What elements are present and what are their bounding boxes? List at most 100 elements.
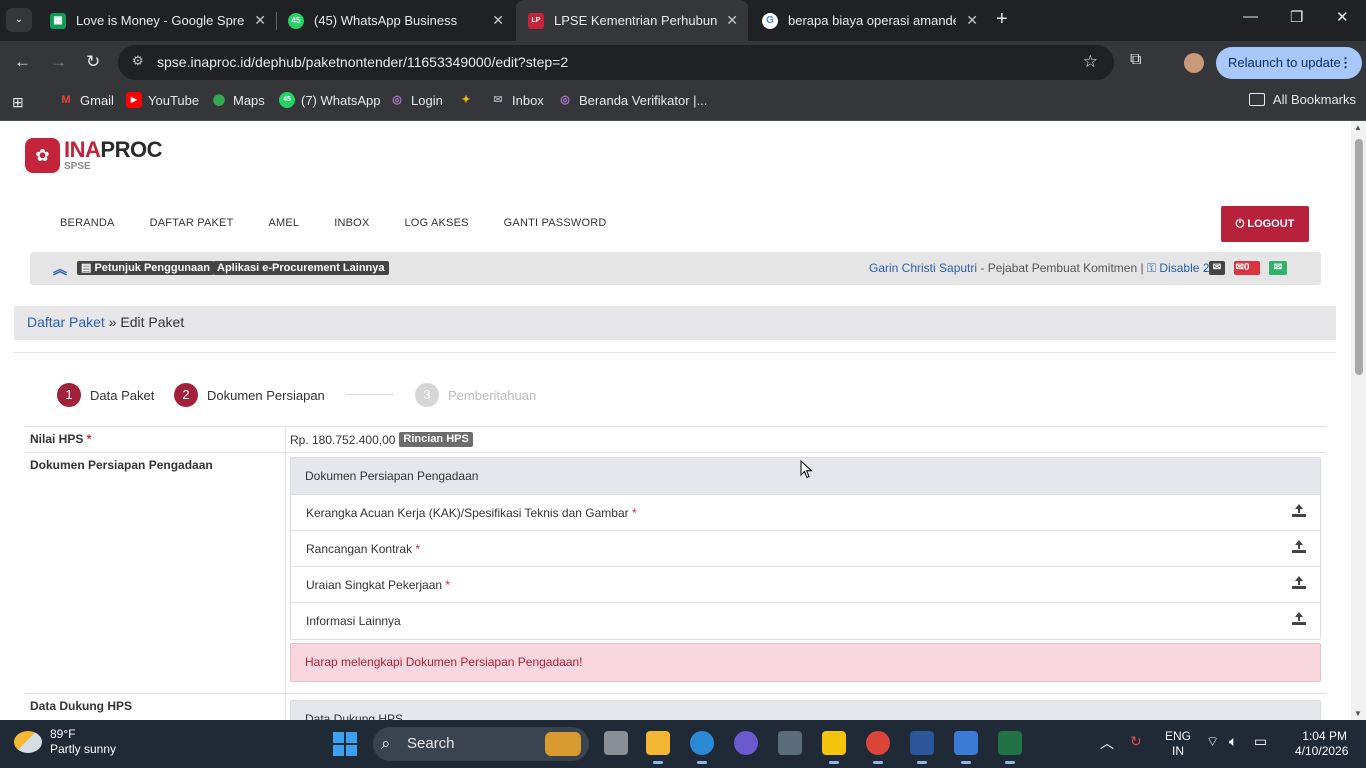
nav-log-akses[interactable]: LOG AKSES (404, 217, 468, 229)
tab-whatsapp[interactable]: 45 (45) WhatsApp Business ✕ (276, 0, 514, 41)
breadcrumb: Daftar Paket » Edit Paket (14, 306, 1336, 340)
upload-icon[interactable] (1292, 504, 1306, 518)
upload-icon[interactable] (1292, 540, 1306, 554)
back-icon[interactable]: ← (14, 52, 31, 72)
nav-daftar-paket[interactable]: DAFTAR PAKET (150, 217, 234, 229)
reload-icon[interactable]: ↻ (86, 52, 100, 72)
bookmark-gmail[interactable]: M Gmail (58, 92, 114, 108)
url-text[interactable]: spse.inaproc.id/dephub/paketnontender/11… (157, 54, 568, 70)
new-tab-icon[interactable]: + (996, 8, 1008, 31)
close-tab-icon[interactable]: ✕ (492, 12, 504, 29)
petunjuk-penggunaan-button[interactable]: ▤ Petunjuk Penggunaan (77, 261, 214, 275)
extensions-icon[interactable]: ⧉ (1130, 51, 1141, 69)
close-tab-icon[interactable]: ✕ (726, 12, 738, 29)
mouse-cursor-icon (800, 460, 813, 479)
nav-inbox[interactable]: INBOX (334, 217, 369, 229)
bookmark-login[interactable]: ◎ Login (389, 92, 443, 108)
row-nilai-hps: Nilai HPS * Rp. 180.752.400,00 Rincian H… (25, 427, 1326, 453)
scroll-down-icon[interactable]: ▼ (1354, 709, 1362, 718)
nav-beranda[interactable]: BERANDA (60, 217, 115, 229)
folder-icon (1248, 93, 1265, 106)
youtube-icon: ▶ (126, 92, 142, 108)
taskbar-search[interactable]: ⌕ Search (373, 727, 589, 761)
forward-icon[interactable]: → (50, 52, 67, 72)
camera-icon[interactable] (778, 731, 802, 755)
logout-button[interactable]: ⏻ LOGOUT (1221, 206, 1309, 242)
language-indicator[interactable]: ENG IN (1165, 729, 1191, 759)
edge-icon[interactable] (690, 731, 714, 764)
site-info-icon[interactable]: ⚙ (132, 53, 144, 69)
open-mail-icon[interactable]: ✉ (1269, 261, 1287, 275)
scrollbar-thumb[interactable] (1355, 139, 1363, 375)
speaker-icon[interactable]: 🔈︎ (1229, 733, 1237, 750)
data-dukung-card-title: Data Dukung HPS (291, 701, 1320, 720)
bookmark-photos[interactable]: ✦ (458, 92, 480, 108)
user-name-link[interactable]: Garin Christi Saputri (869, 261, 977, 275)
user-info: Garin Christi Saputri - Pejabat Pembuat … (869, 261, 1225, 275)
excel-icon[interactable] (998, 731, 1022, 764)
step-pemberitahuan[interactable]: 3 Pemberitahuan (415, 383, 536, 407)
inaproc-logo[interactable]: ✿ INAPROC SPSE (25, 138, 162, 173)
apps-grid-icon[interactable]: ⊞ (12, 94, 24, 111)
power-icon: ⏻ (1235, 218, 1248, 230)
bookmark-youtube[interactable]: ▶ YouTube (126, 92, 199, 108)
all-bookmarks[interactable]: All Bookmarks (1248, 92, 1356, 107)
sticky-notes-icon[interactable] (822, 731, 846, 764)
bookmark-whatsapp[interactable]: 45 (7) WhatsApp (279, 92, 380, 108)
doc-row-informasi-lainnya: Informasi Lainnya (291, 603, 1320, 639)
nav-amel[interactable]: AMEL (268, 217, 299, 229)
page-scrollbar[interactable]: ▲ ▼ (1351, 121, 1366, 720)
upload-icon[interactable] (1292, 576, 1306, 590)
nav-ganti-password[interactable]: GANTI PASSWORD (504, 217, 607, 229)
page-viewport: ✿ INAPROC SPSE BERANDA DAFTAR PAKET AMEL… (0, 121, 1366, 720)
minimize-icon[interactable]: — (1243, 8, 1258, 25)
scroll-up-icon[interactable]: ▲ (1354, 123, 1362, 132)
rincian-hps-button[interactable]: Rincian HPS (399, 432, 473, 447)
envelope-icon[interactable]: ✉ (1209, 261, 1225, 275)
close-tab-icon[interactable]: ✕ (966, 12, 978, 29)
mail-count-badge[interactable]: ✉0 (1234, 261, 1260, 275)
close-window-icon[interactable]: ✕ (1336, 8, 1349, 26)
battery-icon[interactable]: ▭ (1254, 733, 1267, 750)
search-highlight-icon (545, 732, 581, 756)
key-icon: ⚿ (1146, 261, 1160, 275)
wifi-icon[interactable]: ⌔ (1206, 733, 1219, 751)
bookmark-inbox[interactable]: ✉ Inbox (490, 92, 543, 108)
bookmark-star-icon[interactable]: ☆ (1083, 52, 1098, 72)
chrome-icon[interactable] (866, 731, 890, 764)
sync-icon[interactable]: ↻ (1130, 733, 1142, 750)
chevron-up-icon[interactable]: ︿ (1100, 733, 1114, 753)
tab-lpse[interactable]: LP LPSE Kementrian Perhubungan ✕ (516, 0, 748, 41)
profile-avatar[interactable] (1184, 53, 1204, 73)
tab-search-icon[interactable]: ⌄ (6, 8, 32, 32)
calculator-icon[interactable] (954, 731, 978, 764)
tab-google-sheets[interactable]: ▦ Love is Money - Google Spread ✕ (38, 0, 276, 41)
row-data-dukung-hps: Data Dukung HPS Data Dukung HPS (25, 694, 1326, 720)
relaunch-button[interactable]: Relaunch to update ⋮ (1216, 47, 1362, 79)
tab-google-search[interactable]: G berapa biaya operasi amandel - ✕ (750, 0, 988, 41)
label-nilai-hps: Nilai HPS * (30, 432, 92, 446)
dokumen-card: Dokumen Persiapan Pengadaan Kerangka Acu… (290, 457, 1321, 640)
step-data-paket[interactable]: 1 Data Paket (57, 383, 154, 407)
file-explorer-icon[interactable] (646, 731, 670, 764)
chevron-double-up-icon[interactable]: ︽ (53, 259, 67, 279)
upload-icon[interactable] (1292, 612, 1306, 626)
breadcrumb-daftar-paket[interactable]: Daftar Paket (27, 314, 105, 330)
login-icon: ◎ (392, 94, 402, 106)
task-view-icon[interactable] (604, 731, 628, 755)
bookmark-beranda-verifikator[interactable]: ◎ Beranda Verifikator |... (557, 92, 707, 108)
data-dukung-card: Data Dukung HPS (290, 700, 1321, 720)
breadcrumb-separator: » (108, 314, 117, 330)
doc-row-uraian-singkat: Uraian Singkat Pekerjaan * (291, 567, 1320, 603)
close-tab-icon[interactable]: ✕ (254, 12, 266, 29)
word-icon[interactable] (910, 731, 934, 764)
address-bar[interactable]: ⚙ spse.inaproc.id/dephub/paketnontender/… (118, 45, 1114, 80)
app-icon[interactable] (734, 731, 758, 755)
weather-widget[interactable]: 89°F Partly sunny (14, 727, 116, 757)
restore-icon[interactable]: ❐ (1290, 8, 1303, 26)
clock[interactable]: 1:04 PM 4/10/2026 (1295, 729, 1348, 759)
aplikasi-lainnya-button[interactable]: Aplikasi e-Procurement Lainnya (213, 261, 389, 275)
windows-start-icon[interactable] (333, 732, 357, 756)
step-dokumen-persiapan[interactable]: 2 Dokumen Persiapan (174, 383, 325, 407)
bookmark-maps[interactable]: ⬤ Maps (211, 92, 265, 108)
